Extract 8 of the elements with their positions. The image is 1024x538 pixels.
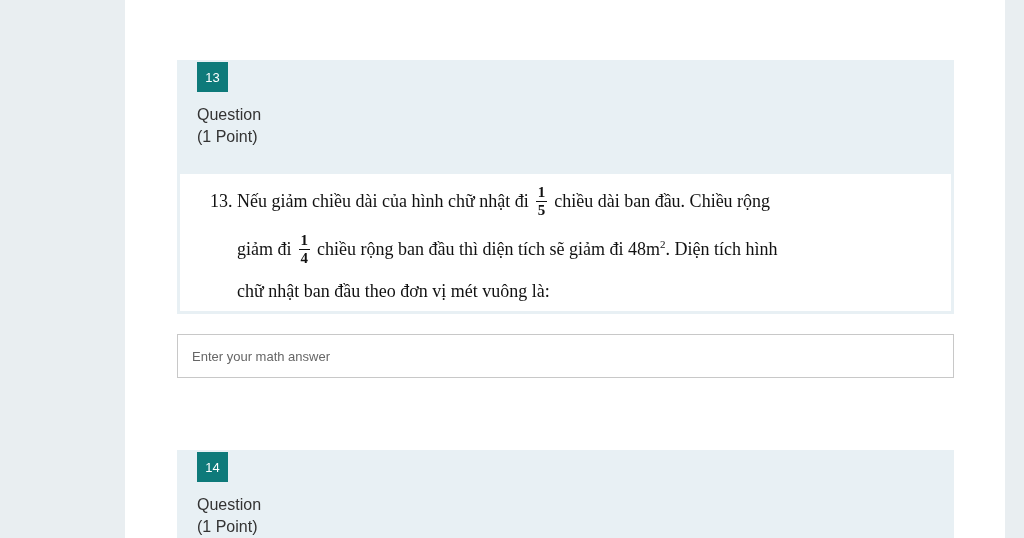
question-points: (1 Point)	[197, 127, 258, 147]
answer-field[interactable]: Enter your math answer	[177, 334, 954, 378]
problem-text: chữ nhật ban đầu theo đơn vị mét vuông là:	[236, 279, 551, 303]
question-title: Question	[197, 495, 262, 515]
question-number: 14	[197, 452, 228, 482]
question-number: 13	[197, 62, 228, 92]
question-title: Question	[197, 105, 262, 125]
question-points: (1 Point)	[197, 517, 258, 537]
